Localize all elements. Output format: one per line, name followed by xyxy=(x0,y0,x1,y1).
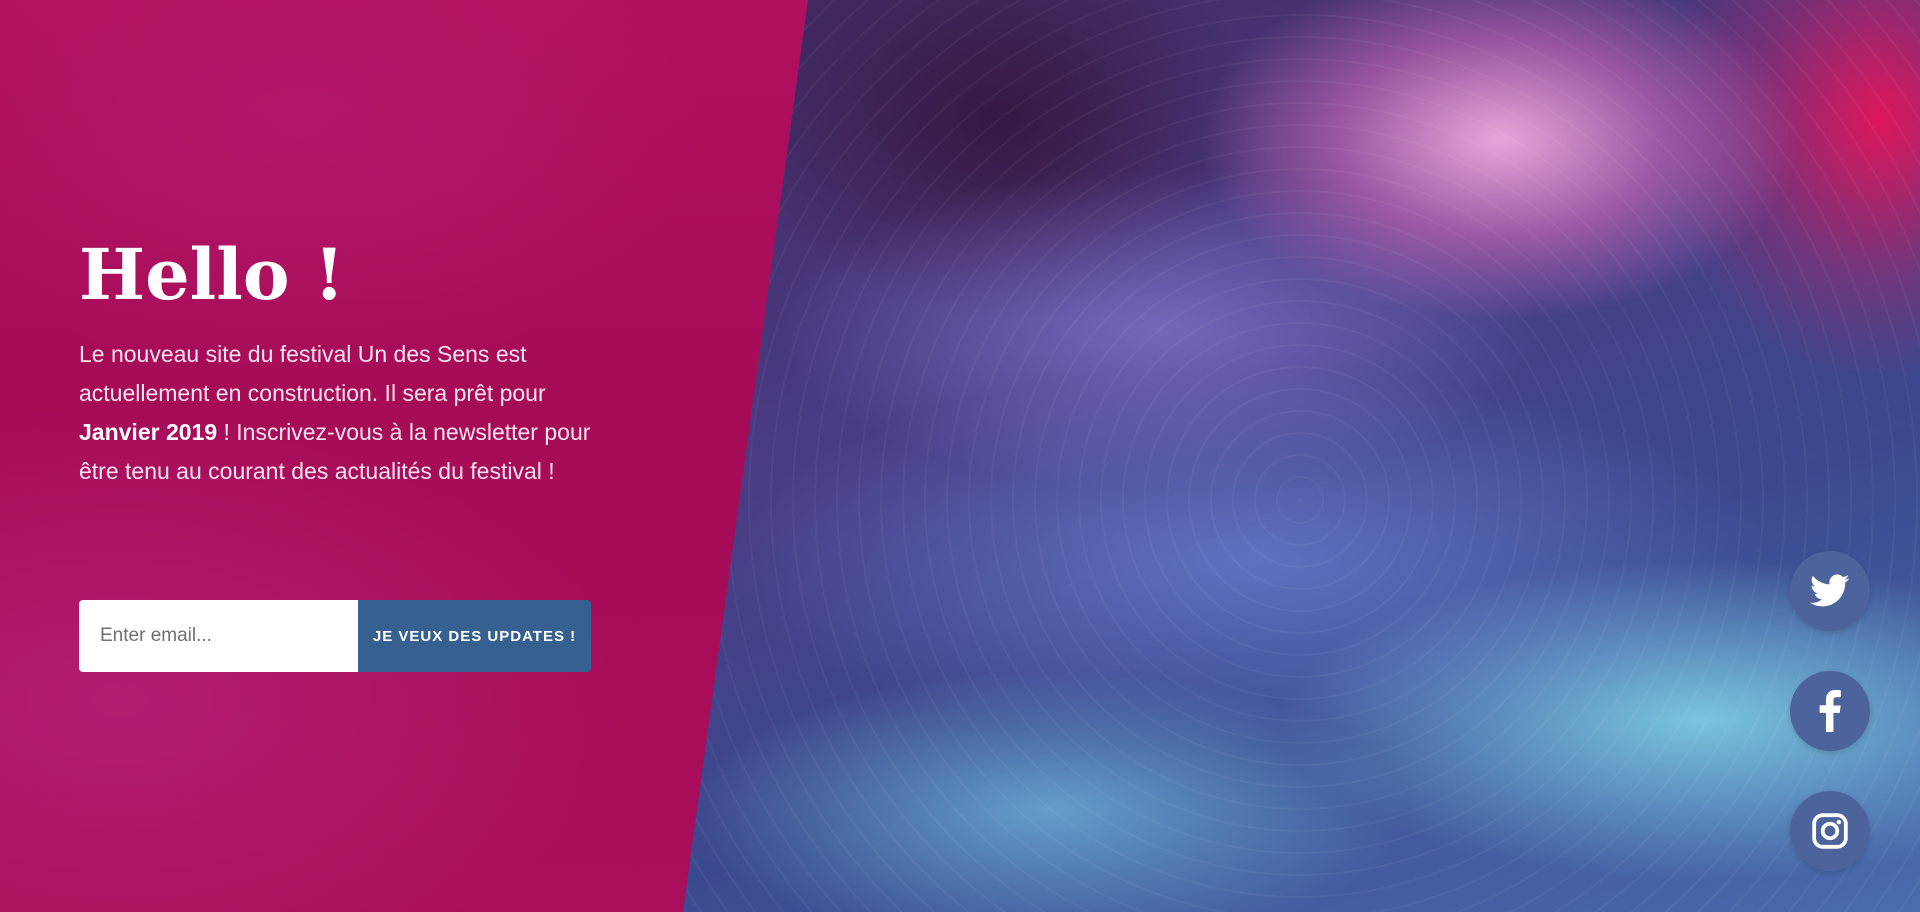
instagram-button[interactable] xyxy=(1790,791,1870,871)
hero-content: Hello ! Le nouveau site du festival Un d… xyxy=(79,236,599,491)
intro-text: Le nouveau site du festival Un des Sens … xyxy=(79,335,599,491)
intro-text-start: Le nouveau site du festival Un des Sens … xyxy=(79,341,546,406)
facebook-icon xyxy=(1819,690,1841,732)
subscribe-button[interactable]: JE VEUX DES UPDATES ! xyxy=(358,600,591,672)
facebook-button[interactable] xyxy=(1790,671,1870,751)
twitter-button[interactable] xyxy=(1790,551,1870,631)
page-title: Hello ! xyxy=(79,233,345,316)
launch-date: Janvier 2019 xyxy=(79,419,218,445)
social-links xyxy=(1790,551,1870,871)
newsletter-form: JE VEUX DES UPDATES ! xyxy=(79,600,591,672)
page: Hello ! Le nouveau site du festival Un d… xyxy=(0,0,1920,912)
twitter-icon xyxy=(1810,574,1850,607)
email-input[interactable] xyxy=(79,600,358,672)
instagram-icon xyxy=(1812,813,1848,849)
